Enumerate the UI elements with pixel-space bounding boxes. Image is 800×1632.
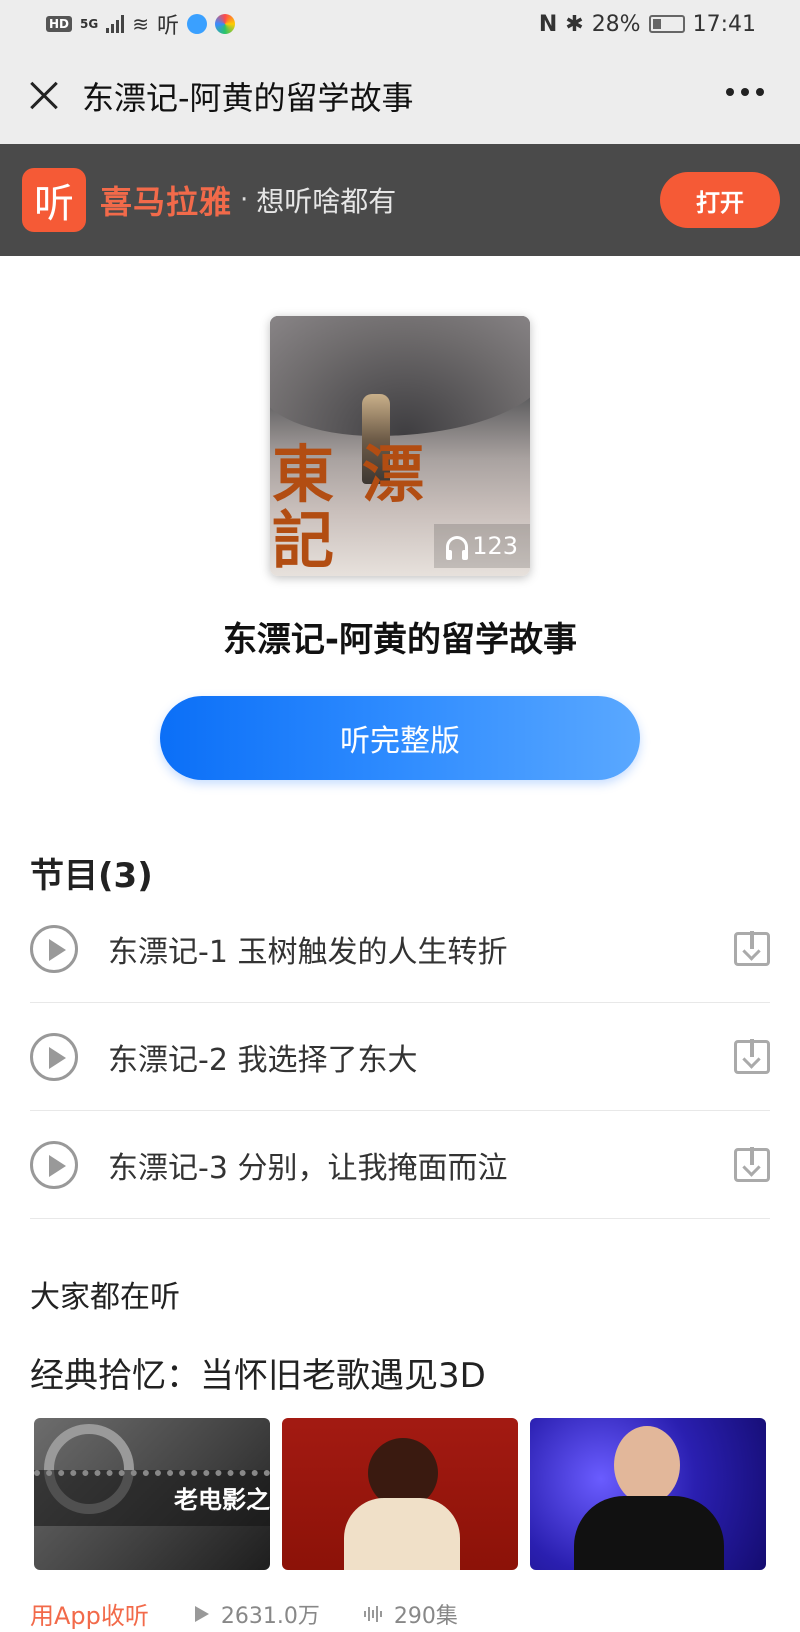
status-right: N ✱ 28% 17:41 [539, 12, 756, 37]
headphone-icon [446, 536, 469, 560]
thumbnail-label: 老电影之 [174, 1486, 270, 1514]
episode-row[interactable]: 东漂记-2 我选择了东大 [30, 1003, 770, 1111]
popular-heading: 大家都在听 [30, 1280, 180, 1315]
play-count-total: 2631.0万 [220, 1603, 320, 1629]
app-download-banner: 听 喜马拉雅 · 想听啥都有 打开 [0, 144, 800, 256]
clock: 17:41 [692, 11, 756, 37]
play-icon[interactable] [30, 1032, 78, 1081]
episode-title[interactable]: 东漂记-2 我选择了东大 [108, 1035, 734, 1079]
cover-rock-image [270, 316, 530, 436]
listen-full-button[interactable]: 听完整版 [160, 696, 640, 780]
singer-image [614, 1426, 680, 1504]
ximalaya-logo-icon: 听 [22, 168, 86, 232]
play-icon[interactable] [30, 924, 78, 973]
brand-separator: · [240, 185, 249, 215]
episodes-section-title: 节目(3) [30, 856, 153, 896]
playlist-meta: 用App收听 2631.0万 290集 [30, 1596, 458, 1631]
playlist-title[interactable]: 经典拾忆：当怀旧老歌遇见3D [30, 1348, 486, 1397]
brand-name: 喜马拉雅 [100, 183, 233, 221]
playlist-thumbnail[interactable]: 老电影之 [34, 1418, 270, 1570]
nfc-icon: N [538, 11, 558, 37]
status-left: HD 5G ≋ 听 [46, 8, 235, 40]
browser-icon [187, 14, 207, 34]
open-app-button[interactable]: 打开 [660, 172, 780, 228]
close-icon[interactable] [24, 76, 64, 116]
episodes-count: 290集 [393, 1603, 458, 1629]
status-bar: HD 5G ≋ 听 N ✱ 28% 17:41 [0, 0, 800, 48]
play-count-badge: 123 [434, 524, 530, 568]
battery-icon [648, 15, 685, 33]
play-count-icon [194, 1605, 209, 1622]
episode-title[interactable]: 东漂记-3 分别，让我掩面而泣 [108, 1143, 734, 1187]
episodes-wave-icon [363, 1605, 382, 1622]
use-app-link[interactable]: 用App收听 [30, 1596, 149, 1631]
ximalaya-status-icon: 听 [156, 14, 179, 39]
app-icon [215, 14, 235, 34]
signal-icon [106, 15, 125, 33]
battery-percent: 28% [591, 11, 641, 37]
episode-title[interactable]: 东漂记-1 玉树触发的人生转折 [108, 927, 734, 971]
playlist-thumbnail[interactable] [530, 1418, 766, 1570]
singer-dress-image [344, 1498, 460, 1570]
bluetooth-icon: ✱ [565, 11, 584, 37]
episode-row[interactable]: 东漂记-3 分别，让我掩面而泣 [30, 1111, 770, 1219]
episode-row[interactable]: 东漂记-1 玉树触发的人生转折 [30, 895, 770, 1003]
wifi-icon: ≋ [132, 12, 149, 36]
title-bar: 东漂记-阿黄的留学故事 [0, 48, 800, 144]
singer-suit-image [574, 1496, 724, 1570]
page-title: 东漂记-阿黄的留学故事 [82, 79, 414, 117]
download-icon[interactable] [734, 930, 770, 966]
hd-indicator: HD [46, 16, 73, 32]
play-count: 123 [472, 532, 518, 560]
album-cover: 東漂記 123 [270, 316, 530, 576]
album-title: 东漂记-阿黄的留学故事 [222, 620, 578, 660]
brand-slogan: 想听啥都有 [256, 185, 397, 218]
download-icon[interactable] [734, 1146, 770, 1182]
network-label: 5G [80, 17, 99, 31]
more-icon[interactable] [726, 88, 764, 96]
download-icon[interactable] [734, 1038, 770, 1074]
playlist-thumbnail[interactable] [282, 1418, 518, 1570]
play-icon[interactable] [30, 1140, 78, 1189]
